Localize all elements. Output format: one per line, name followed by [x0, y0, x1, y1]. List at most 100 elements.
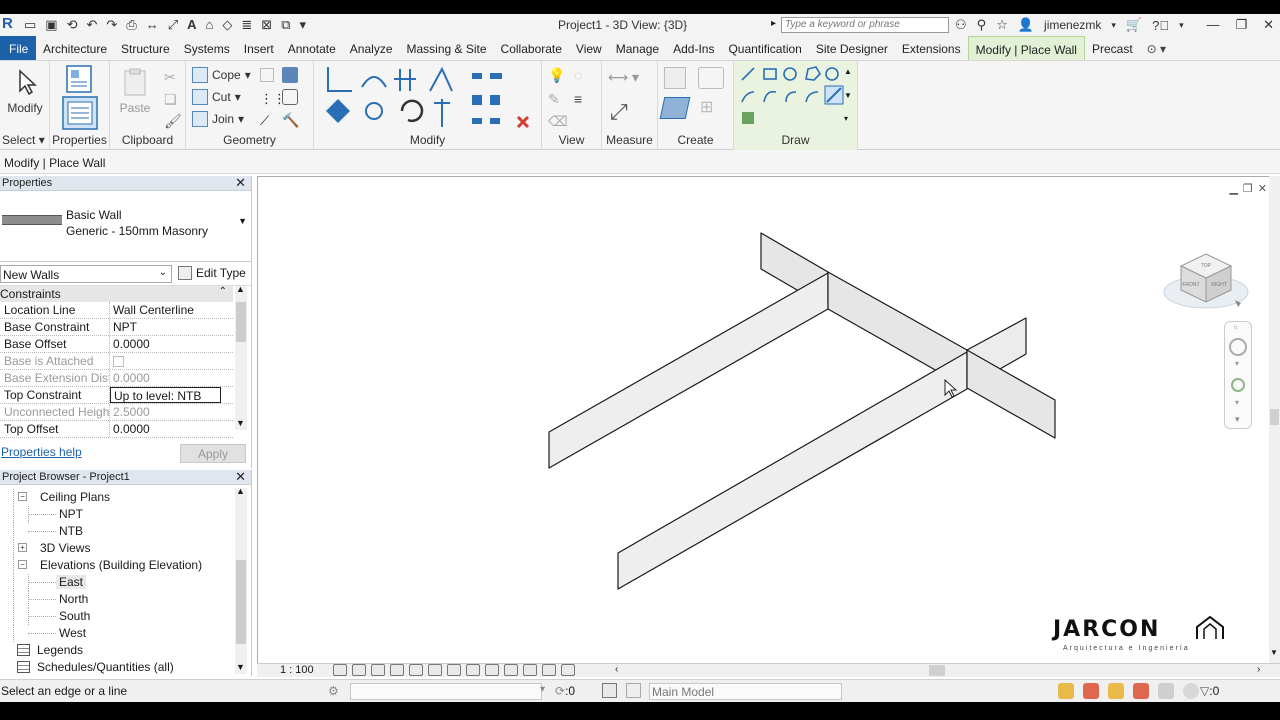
scroll-thumb[interactable]: [1270, 409, 1279, 425]
tab-extensions[interactable]: Extensions: [895, 36, 968, 60]
prop-value[interactable]: 0.0000: [110, 336, 233, 352]
tab-architecture[interactable]: Architecture: [36, 36, 114, 60]
demolish-icon[interactable]: [282, 89, 298, 105]
steering-dropdown-icon[interactable]: ▾: [1235, 359, 1239, 368]
open-icon[interactable]: ▭: [24, 17, 36, 33]
scroll-thumb[interactable]: [236, 560, 246, 644]
pencil-icon[interactable]: ✎: [548, 91, 560, 108]
help-icon[interactable]: ?⃝: [1152, 18, 1169, 33]
select-links-icon[interactable]: [1058, 683, 1074, 699]
minimize-icon[interactable]: —: [1206, 17, 1219, 33]
drag-elements-icon[interactable]: [1158, 683, 1174, 699]
tree-item[interactable]: Legends: [0, 642, 251, 659]
steering-wheel-icon[interactable]: [1229, 338, 1247, 356]
create-parts-icon[interactable]: [698, 67, 724, 89]
cope-button[interactable]: Cope ▾: [192, 67, 251, 83]
expand-icon[interactable]: +: [18, 543, 27, 552]
draw-tools-icons[interactable]: [738, 64, 856, 130]
tab-quantification[interactable]: Quantification: [721, 36, 808, 60]
tree-item-selected[interactable]: East: [0, 574, 251, 591]
scroll-left-icon[interactable]: ‹: [615, 664, 618, 675]
user-name[interactable]: jimenezmk: [1044, 18, 1101, 32]
show-crop-icon[interactable]: [447, 664, 461, 676]
reveal-hidden-icon[interactable]: [504, 664, 518, 676]
print-icon[interactable]: ⎙: [126, 17, 136, 33]
visual-style-icon[interactable]: [352, 664, 366, 676]
scroll-down-icon[interactable]: ▼: [236, 418, 245, 428]
remove-paint-icon[interactable]: ⟋: [260, 113, 269, 129]
select-by-face-icon[interactable]: [1133, 683, 1149, 699]
user-icon[interactable]: 👤: [1018, 17, 1034, 33]
tree-item[interactable]: NPT: [0, 506, 251, 523]
tree-item[interactable]: − Elevations (Building Elevation): [0, 557, 251, 574]
top-constraint-field[interactable]: Up to level: NTB: [110, 387, 221, 403]
scroll-down-icon[interactable]: ▼: [236, 662, 245, 672]
draw-scroll-down-icon[interactable]: ▼: [844, 91, 852, 100]
prop-value[interactable]: NPT: [110, 319, 233, 335]
navbar-options-icon[interactable]: ▾: [1235, 414, 1240, 425]
main-model-select[interactable]: Main Model: [649, 683, 842, 700]
tab-insert[interactable]: Insert: [237, 36, 281, 60]
section-icon[interactable]: ◇: [222, 17, 232, 33]
edit-type-button[interactable]: Edit Type: [178, 266, 246, 280]
tab-manage[interactable]: Manage: [609, 36, 666, 60]
wall-long-front[interactable]: [548, 272, 829, 469]
zoom-icon[interactable]: [1231, 378, 1245, 392]
tab-site-designer[interactable]: Site Designer: [809, 36, 895, 60]
match-properties-icon[interactable]: 🖌: [164, 113, 182, 130]
background-process-icon[interactable]: [1183, 683, 1199, 699]
canvas-horizontal-scrollbar[interactable]: ‹: [615, 664, 1263, 677]
workset-select[interactable]: [350, 683, 542, 700]
design-option-set-icon[interactable]: [626, 683, 641, 698]
tab-file[interactable]: File: [0, 36, 36, 60]
scroll-up-icon[interactable]: ▲: [236, 284, 245, 294]
cart-icon[interactable]: 🛒: [1126, 17, 1142, 33]
binoculars-icon[interactable]: ⚇: [955, 17, 967, 33]
zoom-dropdown-icon[interactable]: ▾: [1235, 398, 1239, 407]
collapse-icon[interactable]: −: [18, 492, 27, 501]
hide-bulb-icon[interactable]: 💡: [548, 67, 565, 84]
viewcube-right-label[interactable]: RIGHT: [1211, 282, 1227, 288]
override-graphics-icon[interactable]: ◌: [574, 67, 582, 83]
paint-icon[interactable]: [282, 67, 298, 83]
apply-button[interactable]: Apply: [180, 444, 246, 463]
paste-button[interactable]: Paste: [118, 67, 152, 115]
type-dropdown-icon[interactable]: ▼: [238, 216, 247, 226]
app-logo[interactable]: R: [2, 15, 13, 32]
create-group-icon[interactable]: [659, 97, 691, 119]
properties-help-link[interactable]: Properties help: [1, 445, 82, 459]
type-properties-icon[interactable]: [64, 64, 96, 94]
favorites-star-icon[interactable]: ☆: [996, 17, 1008, 33]
temporary-hide-icon[interactable]: [485, 664, 499, 676]
tab-view[interactable]: View: [569, 36, 609, 60]
save-icon[interactable]: ▣: [45, 17, 57, 33]
properties-scrollbar[interactable]: ▲ ▼: [235, 284, 247, 430]
search-input[interactable]: Type a keyword or phrase: [781, 17, 949, 33]
scroll-up-icon[interactable]: ▲: [236, 486, 245, 496]
prop-value[interactable]: 0.0000: [110, 421, 233, 437]
tab-structure[interactable]: Structure: [114, 36, 177, 60]
tree-item[interactable]: West: [0, 625, 251, 642]
tab-massing-site[interactable]: Massing & Site: [400, 36, 494, 60]
crop-view-icon[interactable]: [428, 664, 442, 676]
tab-annotate[interactable]: Annotate: [281, 36, 343, 60]
scroll-thumb[interactable]: [236, 302, 246, 342]
thin-lines-icon[interactable]: ≣: [241, 17, 252, 33]
tree-item[interactable]: North: [0, 591, 251, 608]
scroll-thumb[interactable]: [929, 665, 945, 676]
restore-icon[interactable]: ❐: [1235, 17, 1247, 33]
help-dropdown-icon[interactable]: ▾: [1179, 20, 1184, 31]
text-icon[interactable]: A: [187, 17, 196, 33]
user-dropdown-icon[interactable]: ▾: [1111, 20, 1116, 31]
constraints-group[interactable]: Constraints ⌃: [0, 286, 233, 302]
redo-icon[interactable]: ↷: [106, 17, 117, 33]
expand-search-icon[interactable]: ▸: [771, 18, 776, 29]
copy-icon[interactable]: ❏: [164, 91, 177, 108]
aligned-dimension-icon[interactable]: ⤢: [610, 99, 628, 125]
subscription-icon[interactable]: ⚲: [977, 17, 987, 33]
detail-level-icon[interactable]: [333, 664, 347, 676]
close-hidden-icon[interactable]: ⊠: [261, 17, 272, 33]
tab-systems[interactable]: Systems: [177, 36, 237, 60]
measure-between-icon[interactable]: ⟷ ▾: [608, 69, 639, 86]
draw-scroll-up-icon[interactable]: ▲: [844, 67, 852, 76]
